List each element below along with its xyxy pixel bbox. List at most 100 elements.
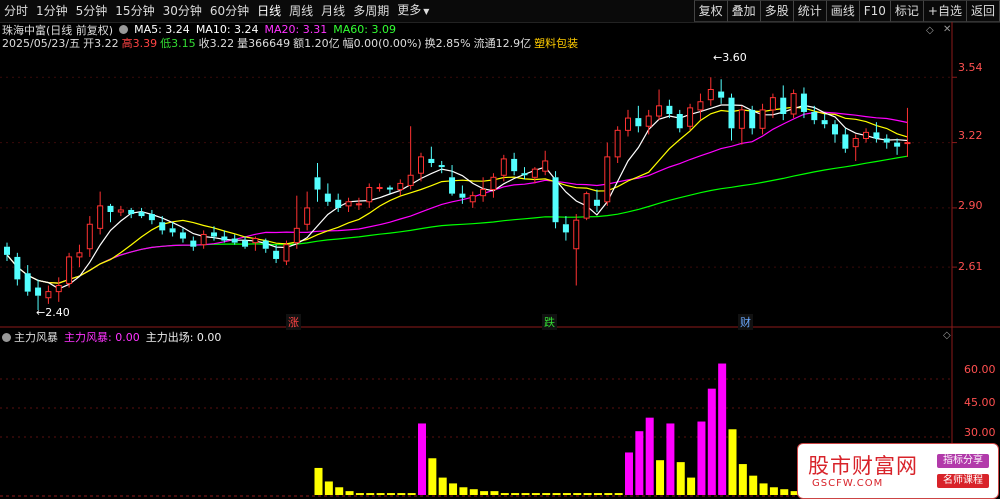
tab-weekly[interactable]: 周线	[285, 0, 317, 22]
max-arrow-icon: ←	[713, 51, 723, 64]
candle-body-up	[117, 209, 124, 213]
candle-body-up	[625, 117, 631, 131]
candle-body-down	[314, 177, 321, 190]
exit-bar	[397, 493, 406, 495]
exit-bar	[542, 493, 551, 495]
ma20-line	[6, 111, 908, 284]
draw-line-button[interactable]: 画线	[825, 0, 860, 22]
exit-bar	[656, 460, 665, 495]
storm-bar	[707, 388, 716, 495]
storm-bar	[666, 423, 675, 495]
tab-more-label: 更多	[397, 3, 422, 17]
event-marker-down[interactable]: 跌	[542, 314, 557, 330]
tab-timeshare[interactable]: 分时	[0, 0, 32, 22]
candle-body-up	[759, 109, 766, 129]
exit-bar	[469, 489, 478, 495]
exit-bar	[769, 487, 778, 495]
tab-30min[interactable]: 30分钟	[159, 0, 206, 22]
indicator-axis-label: 45.00	[964, 396, 996, 409]
adjust-button[interactable]: 复权	[693, 0, 728, 22]
candle-body-up	[687, 107, 694, 127]
exit-bar	[604, 493, 613, 495]
candle-body-up	[656, 105, 663, 117]
candle-body-up	[769, 97, 776, 111]
candle-body-up	[573, 219, 580, 250]
candle-body-down	[107, 205, 114, 212]
tab-60min[interactable]: 60分钟	[206, 0, 253, 22]
tab-1min[interactable]: 1分钟	[32, 0, 72, 22]
tab-5min[interactable]: 5分钟	[72, 0, 112, 22]
tool-buttons: 复权 叠加 多股 统计 画线 F10 标记 +自选 返回	[693, 0, 1000, 22]
settings-circle-icon[interactable]	[2, 332, 11, 342]
candle-body-up	[86, 223, 93, 250]
exit-bar	[593, 493, 602, 495]
add-watchlist-button[interactable]: +自选	[922, 0, 967, 22]
float-label: 流通12.9亿	[473, 37, 532, 50]
candle-body-down	[324, 193, 331, 202]
event-marker-up[interactable]: 涨	[286, 314, 301, 330]
tab-multi-period[interactable]: 多周期	[349, 0, 393, 22]
candle-body-down	[811, 111, 818, 121]
exit-bar	[780, 489, 789, 495]
candle-body-down	[273, 250, 280, 259]
candle-body-down	[832, 124, 838, 135]
tab-daily[interactable]: 日线	[253, 0, 285, 22]
candle-body-up	[345, 201, 352, 207]
exit-bar	[449, 483, 458, 495]
close-label: 收3.22	[198, 37, 235, 50]
candle-body-down	[221, 236, 228, 241]
exit-bar	[687, 477, 696, 495]
candle-body-up	[283, 244, 290, 262]
candle-body-down	[169, 228, 176, 233]
low-value: 3.15	[171, 36, 196, 50]
overlay-button[interactable]: 叠加	[726, 0, 761, 22]
diamond-icon[interactable]: ◇	[943, 330, 951, 341]
multi-stock-button[interactable]: 多股	[759, 0, 794, 22]
tab-more[interactable]: 更多 ▼	[393, 0, 433, 23]
back-button[interactable]: 返回	[965, 0, 1000, 22]
event-marker-finance[interactable]: 财	[738, 314, 753, 330]
candle-body-up	[55, 285, 62, 293]
candle-body-down	[138, 212, 145, 217]
candle-body-up	[614, 129, 621, 158]
settings-circle-icon[interactable]	[119, 25, 129, 34]
candle-body-down	[449, 177, 456, 194]
candle-body-down	[262, 240, 269, 249]
storm-bar	[645, 417, 654, 495]
candle-body-down	[159, 222, 166, 231]
candle-body-down	[562, 224, 569, 233]
candle-body-up	[293, 227, 300, 244]
exit-bar	[500, 493, 509, 495]
candle-body-up	[531, 168, 538, 178]
statistics-button[interactable]: 统计	[792, 0, 827, 22]
min-price-annotation: ←2.40	[36, 306, 70, 319]
indicator-name[interactable]: 主力风暴	[14, 329, 58, 345]
ohlc-info-row: 2025/05/23/五 开3.22 高 3.39 低 3.15 收3.22 量…	[0, 35, 578, 51]
candle-body-up	[66, 256, 73, 284]
exit-bar	[562, 493, 571, 495]
candle-body-up	[697, 101, 704, 111]
high-value: 3.39	[132, 36, 158, 50]
candle-body-down	[128, 209, 135, 215]
close-icon[interactable]: ✕	[943, 24, 951, 35]
exit-bar	[614, 493, 623, 495]
indicator-axis-label: 60.00	[964, 363, 996, 376]
low-label-prefix: 低	[160, 37, 172, 50]
kline-chart[interactable]	[0, 0, 1000, 499]
candle-body-down	[35, 287, 42, 296]
f10-button[interactable]: F10	[858, 0, 891, 22]
exit-bar	[676, 462, 685, 495]
tab-monthly[interactable]: 月线	[317, 0, 349, 22]
exit-bar	[511, 493, 520, 495]
mark-button[interactable]: 标记	[889, 0, 924, 22]
candle-body-up	[852, 138, 859, 148]
price-axis-label: 3.54	[958, 61, 983, 74]
diamond-icon[interactable]: ◇	[926, 25, 934, 36]
tab-15min[interactable]: 15分钟	[111, 0, 158, 22]
sector-label[interactable]: 塑料包装	[534, 35, 578, 51]
watermark-badge-course: 名师课程	[937, 474, 989, 488]
candle-body-down	[821, 120, 828, 125]
candle-body-down	[190, 240, 197, 247]
candle-body-down	[780, 97, 787, 114]
candle-body-up	[480, 189, 487, 197]
